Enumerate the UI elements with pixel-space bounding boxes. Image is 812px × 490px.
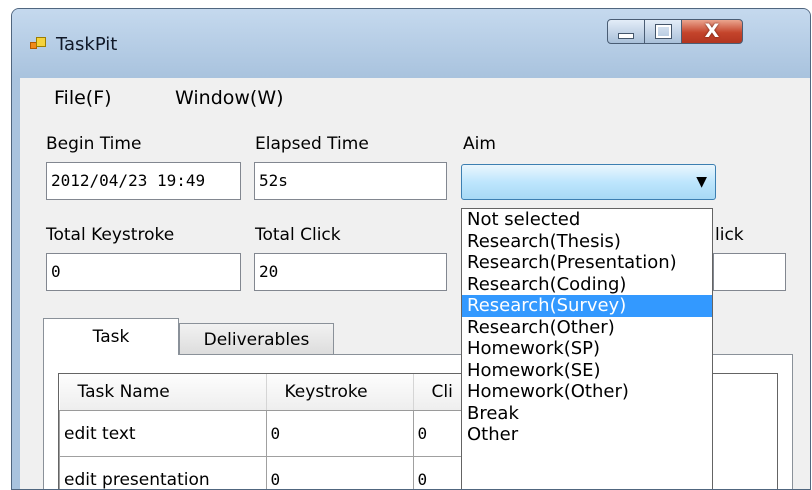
tab-task[interactable]: Task <box>43 318 179 355</box>
aim-option[interactable]: Homework(SE) <box>462 360 712 382</box>
aim-option[interactable]: Research(Coding) <box>462 274 712 296</box>
aim-option[interactable]: Not selected <box>462 209 712 231</box>
menu-bar: File(F) Window(W) <box>20 78 810 114</box>
table-cell[interactable]: edit presentation <box>59 456 267 489</box>
tab-deliverables[interactable]: Deliverables <box>179 323 334 355</box>
window-title: TaskPit <box>56 34 118 55</box>
column-header-keystroke[interactable]: Keystroke <box>266 374 414 411</box>
total-keystroke-field[interactable]: 0 <box>46 253 241 291</box>
aim-option[interactable]: Homework(Other) <box>462 381 712 403</box>
begin-time-label: Begin Time <box>46 134 142 154</box>
chevron-down-icon[interactable]: ▼ <box>696 174 707 190</box>
total-click-field[interactable]: 20 <box>254 253 447 291</box>
aim-label: Aim <box>463 134 496 154</box>
minimize-icon <box>618 32 634 39</box>
menu-window[interactable]: Window(W) <box>175 87 284 109</box>
maximize-icon <box>654 24 672 39</box>
begin-time-field[interactable]: 2012/04/23 19:49 <box>46 162 241 200</box>
aim-combobox[interactable]: ▼ <box>461 164 716 200</box>
close-button[interactable]: X <box>681 19 743 44</box>
total-click-label: Total Click <box>255 225 341 245</box>
maximize-button[interactable] <box>644 19 682 44</box>
table-cell[interactable]: 0 <box>265 456 414 489</box>
minimize-button[interactable] <box>607 19 645 44</box>
table-cell[interactable]: 0 <box>265 410 414 457</box>
aim-option[interactable]: Research(Survey) <box>462 295 712 317</box>
third-click-label: lick <box>715 225 744 245</box>
aim-option[interactable]: Research(Other) <box>462 317 712 339</box>
elapsed-time-field[interactable]: 52s <box>254 162 447 200</box>
main-window: TaskPit X File(F) Window(W) Begin Time 2… <box>11 8 811 490</box>
client-area: File(F) Window(W) Begin Time 2012/04/23 … <box>20 78 810 489</box>
elapsed-time-label: Elapsed Time <box>255 134 369 154</box>
total-keystroke-label: Total Keystroke <box>46 225 175 245</box>
taskpit-app-icon <box>30 37 46 51</box>
aim-option[interactable]: Research(Thesis) <box>462 231 712 253</box>
aim-option[interactable]: Homework(SP) <box>462 338 712 360</box>
third-click-field[interactable] <box>713 253 786 291</box>
menu-file[interactable]: File(F) <box>54 87 112 109</box>
aim-option[interactable]: Other <box>462 424 712 446</box>
table-cell[interactable]: edit text <box>59 410 267 457</box>
aim-option[interactable]: Research(Presentation) <box>462 252 712 274</box>
aim-option[interactable]: Break <box>462 403 712 425</box>
column-header-task-name[interactable]: Task Name <box>59 374 267 411</box>
close-icon: X <box>704 20 720 42</box>
aim-dropdown-list[interactable]: Not selected Research(Thesis) Research(P… <box>461 208 713 489</box>
title-bar[interactable]: TaskPit X <box>12 9 810 77</box>
